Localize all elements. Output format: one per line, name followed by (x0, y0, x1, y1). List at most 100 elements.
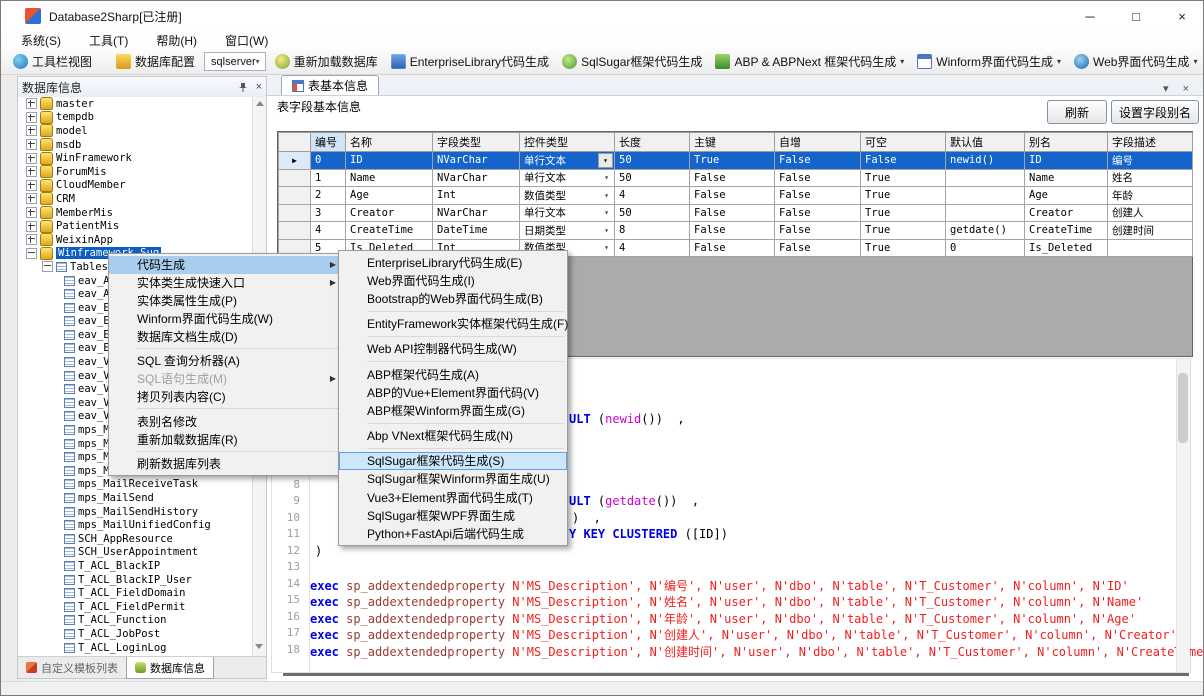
menu-item-copy-list[interactable]: 拷贝列表内容(C) (109, 388, 343, 406)
grid-cell[interactable]: 创建时间 (1108, 222, 1193, 240)
grid-cell-combo[interactable]: 单行文本▾ (520, 204, 615, 222)
col-header[interactable]: 可空 (861, 133, 946, 152)
submenu-item-web-ui[interactable]: Web界面代码生成(I) (339, 271, 567, 289)
col-header[interactable]: 自增 (775, 133, 861, 152)
grid-cell[interactable]: Is_Deleted (1025, 239, 1108, 257)
grid-cell[interactable]: newid() (946, 152, 1025, 170)
col-header[interactable]: 长度 (615, 133, 690, 152)
menu-item-code-generation[interactable]: 代码生成▶ (109, 256, 343, 274)
tree-item-table[interactable]: T_ACL_FieldPermit (18, 600, 253, 614)
grid-cell[interactable]: False (775, 239, 861, 257)
dropdown-arrow-icon[interactable]: ▾ (600, 223, 613, 238)
grid-cell[interactable]: False (861, 152, 946, 170)
submenu-item-abp-winform[interactable]: ABP框架Winform界面生成(G) (339, 401, 567, 419)
submenu-item-abp-vue-element[interactable]: ABP的Vue+Element界面代码(V) (339, 383, 567, 401)
grid-cell[interactable] (946, 169, 1025, 187)
grid-cell[interactable]: False (690, 187, 775, 205)
grid-cell[interactable]: ID (1025, 152, 1108, 170)
dropdown-arrow-icon[interactable]: ▾ (600, 188, 613, 203)
col-header[interactable]: 字段类型 (433, 133, 520, 152)
tree-item-database[interactable]: ForumMis (18, 165, 253, 179)
grid-row[interactable]: 4 CreateTime DateTime 日期类型▾ 8 False Fals… (279, 222, 1193, 240)
grid-cell[interactable]: CreateTime (1025, 222, 1108, 240)
code-scrollbar[interactable] (1176, 359, 1190, 672)
tree-item-database[interactable]: CloudMember (18, 179, 253, 193)
grid-cell[interactable]: False (775, 169, 861, 187)
grid-cell[interactable]: 1 (311, 169, 346, 187)
database-type-select[interactable]: sqlserver ▾ (204, 52, 266, 71)
row-selector[interactable] (279, 187, 311, 205)
grid-row[interactable]: ▶ 0 ID NVarChar 单行文本▾ 50 True False Fals… (279, 152, 1193, 170)
tabstrip-dropdown-icon[interactable]: ▾ (1163, 82, 1169, 95)
col-header[interactable]: 控件类型 (520, 133, 615, 152)
row-selector[interactable] (279, 222, 311, 240)
grid-cell[interactable] (1108, 239, 1193, 257)
col-header[interactable]: 主键 (690, 133, 775, 152)
grid-cell[interactable]: False (775, 152, 861, 170)
menu-item-sql-analyzer[interactable]: SQL 查询分析器(A) (109, 352, 343, 370)
code-horizontal-scrollbar[interactable] (283, 673, 1189, 676)
tab-database-info[interactable]: 数据库信息 (126, 657, 214, 679)
submenu-item-abp-vnext[interactable]: Abp VNext框架代码生成(N) (339, 427, 567, 445)
set-field-alias-button[interactable]: 设置字段别名 (1111, 100, 1199, 124)
tab-table-basic-info[interactable]: 表基本信息 (281, 75, 379, 95)
tree-item-table[interactable]: SCH_AppResource (18, 532, 253, 546)
grid-row[interactable]: 1 Name NVarChar 单行文本▾ 50 False False Tru… (279, 169, 1193, 187)
tree-item-table[interactable]: SCH_UserAppointment (18, 546, 253, 560)
grid-cell[interactable]: 4 (615, 239, 690, 257)
minimize-button[interactable]: ─ (1067, 1, 1113, 31)
tree-item-database[interactable]: msdb (18, 138, 253, 152)
grid-cell[interactable]: False (690, 239, 775, 257)
expand-icon[interactable] (26, 98, 37, 109)
grid-cell[interactable]: 0 (311, 152, 346, 170)
col-header[interactable]: 默认值 (946, 133, 1025, 152)
toolbar-reload-button[interactable]: 重新加载数据库 (271, 51, 382, 72)
scroll-up-icon[interactable] (256, 101, 264, 106)
toolbar-winform-button[interactable]: Winform界面代码生成 ▾ (913, 51, 1065, 72)
expand-icon[interactable] (26, 221, 37, 232)
grid-cell-combo[interactable]: 单行文本▾ (520, 152, 615, 170)
grid-cell[interactable]: True (690, 152, 775, 170)
menu-item-entity-quick-entry[interactable]: 实体类生成快速入口▶ (109, 274, 343, 292)
menu-item-winform-codegen[interactable]: Winform界面代码生成(W) (109, 309, 343, 327)
tab-custom-templates[interactable]: 自定义模板列表 (18, 657, 126, 678)
chevron-down-icon[interactable]: ▾ (1193, 57, 1197, 66)
menu-tools[interactable]: 工具(T) (89, 32, 128, 49)
dropdown-arrow-icon[interactable]: ▾ (598, 153, 613, 168)
col-header[interactable]: 字段描述 (1108, 133, 1193, 152)
tree-item-table[interactable]: mps_MailSendHistory (18, 505, 253, 519)
grid-cell[interactable]: 创建人 (1108, 204, 1193, 222)
menu-window[interactable]: 窗口(W) (225, 32, 268, 49)
grid-cell[interactable]: Age (1025, 187, 1108, 205)
toolbar-enterpriselibrary-button[interactable]: EnterpriseLibrary代码生成 (387, 51, 553, 72)
tree-item-database[interactable]: PatientMis (18, 219, 253, 233)
grid-cell[interactable]: NVarChar (433, 152, 520, 170)
grid-cell[interactable]: DateTime (433, 222, 520, 240)
expand-icon[interactable] (26, 193, 37, 204)
expand-icon[interactable] (26, 139, 37, 150)
grid-cell[interactable]: 姓名 (1108, 169, 1193, 187)
expand-icon[interactable] (26, 180, 37, 191)
tree-item-database[interactable]: MemberMis (18, 206, 253, 220)
tree-item-table[interactable]: mps_MailUnifiedConfig (18, 518, 253, 532)
grid-cell[interactable]: 4 (615, 187, 690, 205)
dropdown-arrow-icon[interactable]: ▾ (600, 241, 613, 256)
submenu-item-sqlsugar-wpf[interactable]: SqlSugar框架WPF界面生成 (339, 506, 567, 524)
dropdown-arrow-icon[interactable]: ▾ (600, 171, 613, 186)
expand-icon[interactable] (26, 207, 37, 218)
grid-cell-combo[interactable]: 数值类型▾ (520, 187, 615, 205)
close-button[interactable]: × (1159, 1, 1204, 31)
toolbar-web-button[interactable]: Web界面代码生成 ▾ (1070, 51, 1201, 72)
scroll-down-icon[interactable] (255, 644, 263, 649)
grid-cell[interactable]: NVarChar (433, 204, 520, 222)
grid-cell[interactable]: NVarChar (433, 169, 520, 187)
submenu-item-entityframework[interactable]: EntityFramework实体框架代码生成(F) (339, 315, 567, 333)
grid-cell[interactable]: Creator (346, 204, 433, 222)
grid-cell[interactable]: ID (346, 152, 433, 170)
grid-row[interactable]: 3 Creator NVarChar 单行文本▾ 50 False False … (279, 204, 1193, 222)
toolbar-abp-button[interactable]: ABP & ABPNext 框架代码生成 ▾ (711, 51, 908, 72)
grid-cell[interactable]: True (861, 204, 946, 222)
collapse-icon[interactable] (26, 248, 37, 259)
tree-item-database[interactable]: master (18, 97, 253, 111)
menu-item-db-doc[interactable]: 数据库文档生成(D) (109, 327, 343, 345)
